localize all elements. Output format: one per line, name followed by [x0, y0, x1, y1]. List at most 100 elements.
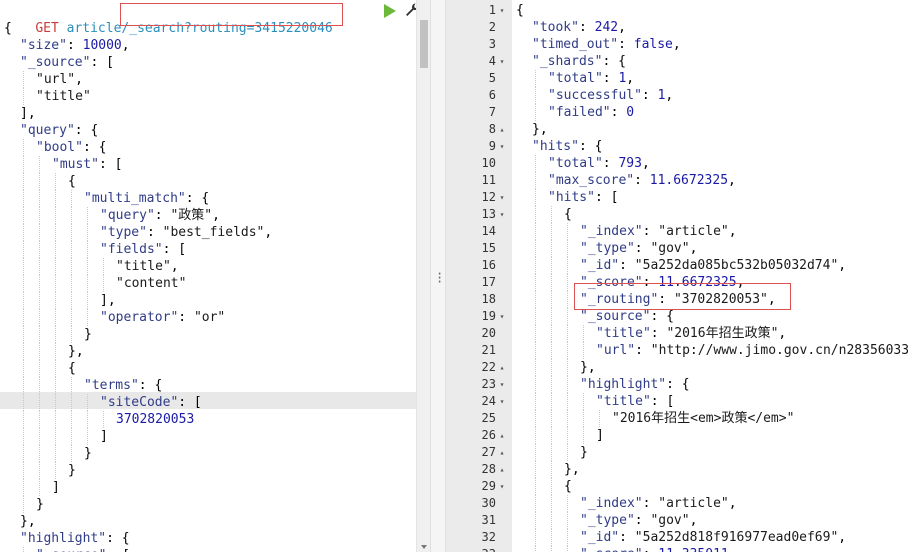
indent-guide — [39, 309, 40, 326]
indent-guide — [535, 308, 536, 325]
fold-up-icon[interactable]: ▴ — [497, 359, 507, 376]
token: "title" — [116, 259, 171, 274]
indent-guide — [23, 326, 24, 343]
fold-down-icon[interactable]: ▾ — [497, 189, 507, 206]
token: "_type" — [580, 513, 635, 528]
fold-up-icon[interactable]: ▴ — [497, 444, 507, 461]
play-icon — [384, 4, 396, 18]
token: "5a252da085bc532b05032d74" — [634, 258, 839, 273]
response-line: "timed_out": false, — [532, 36, 681, 53]
indent-guide — [23, 258, 24, 275]
token: "title" — [596, 394, 651, 409]
token: "_type" — [580, 241, 635, 256]
indent-guide — [551, 359, 552, 376]
line-number: 6 — [488, 88, 496, 102]
response-line: { — [564, 478, 572, 495]
response-viewer[interactable]: 1 ▾ 2 3 4 ▾ 5 6 7 8 ▴ 9 ▾ 10 11 12 ▾ 13 ▾ 14 15 16 17 18 19 ▾ 20 21… — [446, 0, 908, 552]
indent-guide — [71, 275, 72, 292]
token: "took" — [532, 20, 579, 35]
indent-guide — [535, 257, 536, 274]
line-number: 8 — [488, 122, 496, 136]
response-line: }, — [564, 461, 580, 478]
fold-down-icon[interactable]: ▾ — [497, 53, 507, 70]
token: : — [634, 173, 650, 188]
line-number: 25 — [481, 411, 496, 425]
token: : [ — [650, 394, 675, 409]
request-scrollbar[interactable] — [416, 0, 430, 552]
settings-button[interactable] — [404, 2, 416, 18]
response-line: "_id": "5a252d818f916977ead0ef69", — [580, 529, 846, 546]
request-line: "siteCode": [ — [100, 394, 202, 411]
line-number: 18 — [481, 292, 496, 306]
indent-guide — [55, 411, 56, 428]
token: }, — [20, 514, 36, 529]
token: { — [516, 3, 524, 18]
line-number: 14 — [481, 224, 496, 238]
token: 11.335011 — [658, 547, 728, 552]
token: "terms" — [84, 378, 139, 393]
request-line: ], — [100, 292, 116, 309]
indent-guide — [39, 156, 40, 173]
token: "hits" — [532, 139, 579, 154]
line-number: 27 — [481, 445, 496, 459]
indent-guide — [39, 190, 40, 207]
run-button[interactable] — [382, 3, 398, 19]
request-line: }, — [68, 343, 84, 360]
fold-down-icon[interactable]: ▾ — [497, 308, 507, 325]
indent-guide — [39, 241, 40, 258]
token: "best_fields" — [162, 225, 265, 240]
token: "total" — [548, 156, 603, 171]
token: "failed" — [548, 105, 611, 120]
token: : { — [185, 191, 210, 206]
scroll-down-icon[interactable] — [421, 545, 427, 549]
indent-guide — [567, 325, 568, 342]
indent-guide — [551, 291, 552, 308]
request-line: } — [84, 445, 92, 462]
request-line: { — [4, 20, 12, 37]
indent-guide — [551, 427, 552, 444]
indent-guide — [23, 88, 24, 105]
indent-guide — [551, 512, 552, 529]
indent-guide — [567, 376, 568, 393]
request-line: "title" — [36, 88, 91, 105]
token: "must" — [52, 157, 99, 172]
token: } — [84, 446, 92, 461]
indent-guide — [567, 257, 568, 274]
fold-down-icon[interactable]: ▾ — [497, 138, 507, 155]
indent-guide — [39, 462, 40, 479]
response-line: "hits": [ — [548, 189, 618, 206]
indent-guide — [551, 257, 552, 274]
indent-guide — [39, 411, 40, 428]
pane-resizer[interactable]: · · · — [430, 0, 446, 552]
scrollbar-thumb[interactable] — [420, 20, 428, 68]
indent-guide — [567, 529, 568, 546]
token: , — [618, 20, 626, 35]
request-line: "must": [ — [52, 156, 122, 173]
fold-up-icon[interactable]: ▴ — [497, 427, 507, 444]
indent-guide — [87, 241, 88, 258]
request-editor[interactable]: GET article/_search?routing=3415220046 {… — [0, 0, 416, 552]
indent-guide — [87, 309, 88, 326]
token: { — [68, 361, 76, 376]
drag-handle-icon[interactable]: · · · — [436, 268, 443, 288]
fold-down-icon[interactable]: ▾ — [497, 206, 507, 223]
fold-down-icon[interactable]: ▾ — [497, 2, 507, 19]
response-line: "_id": "5a252da085bc532b05032d74", — [580, 257, 846, 274]
indent-guide — [535, 274, 536, 291]
line-number: 4 — [488, 54, 496, 68]
fold-up-icon[interactable]: ▴ — [497, 121, 507, 138]
indent-guide — [23, 224, 24, 241]
token: : { — [578, 139, 603, 154]
indent-guide — [23, 139, 24, 156]
fold-down-icon[interactable]: ▾ — [497, 376, 507, 393]
indent-guide — [535, 206, 536, 223]
fold-up-icon[interactable]: ▴ — [497, 461, 507, 478]
response-line: "total": 793, — [548, 155, 650, 172]
fold-down-icon[interactable]: ▾ — [497, 478, 507, 495]
token: }, — [580, 360, 596, 375]
token: : { — [74, 123, 99, 138]
indent-guide — [583, 393, 584, 410]
fold-down-icon[interactable]: ▾ — [497, 393, 507, 410]
token: "highlight" — [580, 377, 667, 392]
indent-guide — [55, 190, 56, 207]
